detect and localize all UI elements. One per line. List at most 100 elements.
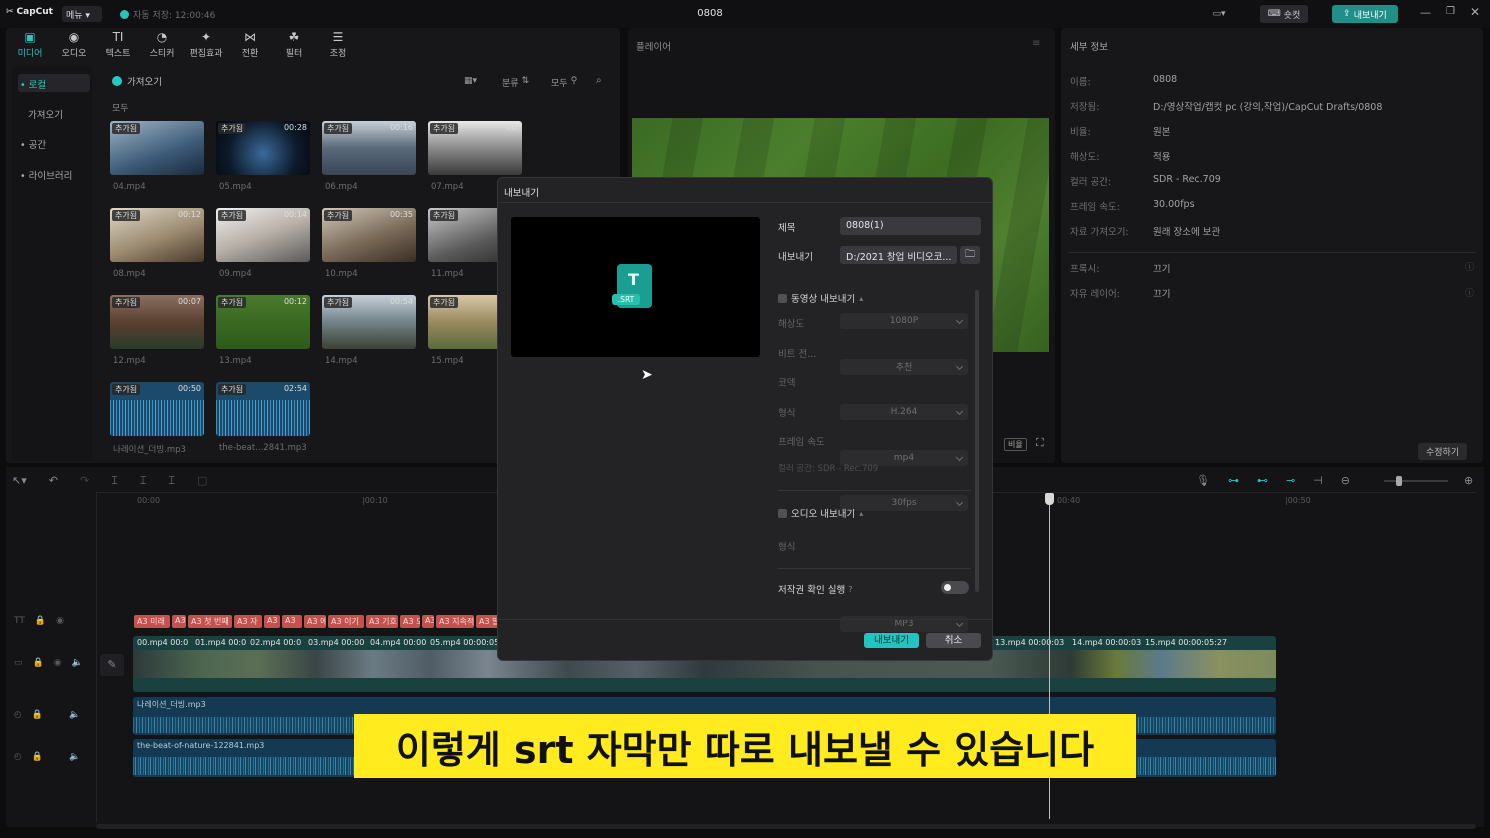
export-button[interactable]: ⇪ 내보내기 (1332, 5, 1398, 23)
tab-text[interactable]: TI 텍스트 (98, 30, 138, 62)
video-export-checkbox[interactable] (778, 293, 787, 303)
name-input[interactable]: 0808(1) (840, 217, 981, 235)
tab-sticker[interactable]: ◔ 스티커 (142, 30, 182, 62)
minimize-icon[interactable]: — (1420, 6, 1431, 19)
shortcut-button[interactable]: ⌨ 숏컷 (1260, 5, 1308, 23)
timeline-scrollbar[interactable] (96, 824, 1476, 829)
media-thumbnail[interactable]: 추가됨 02:54 (216, 382, 310, 436)
volume-icon[interactable]: 🔈 (69, 752, 80, 762)
filter-button[interactable]: 모두 ⚲ (551, 76, 577, 89)
export-confirm-button[interactable]: 내보내기 (864, 633, 919, 648)
subtitle-chip[interactable]: A3 (264, 615, 280, 628)
select-tool-icon[interactable]: ↖▾ (12, 474, 27, 488)
subtitle-chip[interactable]: A3 지속적 (436, 615, 474, 628)
media-thumbnail[interactable]: 추가됨 00:12 (110, 208, 204, 262)
ratio-button[interactable]: 비율 (1004, 438, 1027, 451)
split-left-icon[interactable]: ⌶ (140, 474, 147, 488)
media-thumbnail[interactable]: 추가됨 00:16 (322, 121, 416, 175)
layout-icon[interactable]: ▭▾ (1205, 5, 1233, 23)
restore-icon[interactable]: ❐ (1446, 6, 1455, 17)
media-thumbnail[interactable]: 추가됨 (110, 121, 204, 175)
folder-icon[interactable]: 🗀 (960, 246, 980, 264)
help-icon[interactable]: ? (848, 585, 852, 594)
sort-button[interactable]: 분류 ⇅ (502, 76, 529, 89)
view-toggle-icon[interactable]: ▦▾ (464, 76, 477, 86)
zoom-slider[interactable] (1384, 480, 1448, 482)
split-right-icon[interactable]: ⌶ (168, 474, 175, 488)
subtitle-chip[interactable]: A3 에 (304, 615, 326, 628)
text-track-icon: TT (14, 616, 25, 626)
copyright-toggle[interactable] (941, 581, 969, 594)
video-setting-select[interactable]: H.264 (840, 404, 968, 420)
media-thumbnail[interactable]: 추가됨 00: (428, 121, 522, 175)
media-thumbnail[interactable]: 추가됨 00:54 (322, 295, 416, 349)
subtitle-chip[interactable]: A3 자 (234, 615, 262, 628)
tab-filter[interactable]: ☘ 필터 (274, 30, 314, 62)
volume-icon[interactable]: 🔈 (72, 658, 83, 668)
subtitle-chip[interactable]: A3 (282, 615, 302, 628)
sidebar-item-import[interactable]: 가져오기 (28, 107, 63, 121)
cancel-button[interactable]: 취소 (926, 633, 981, 648)
media-thumbnail[interactable]: 추가됨 00:14 (216, 208, 310, 262)
media-thumbnail[interactable]: 추가됨 00:50 (110, 382, 204, 436)
subtitle-chip[interactable]: A3 미래 (134, 615, 170, 628)
import-button[interactable]: 가져오기 (112, 74, 162, 88)
cover-edit-icon[interactable]: ✎ (100, 654, 124, 676)
media-thumbnail[interactable]: 추가됨 00:28 (216, 121, 310, 175)
align-icon[interactable]: ⊣ (1313, 474, 1323, 487)
volume-icon[interactable]: 🔈 (69, 710, 80, 720)
keyboard-icon: ⌨ (1267, 9, 1281, 19)
lock-icon[interactable]: 🔒 (32, 710, 43, 720)
edit-details-button[interactable]: 수정하기 (1418, 443, 1468, 460)
magnet-icon[interactable]: ⊷ (1257, 474, 1268, 487)
media-thumbnail[interactable]: 추가됨 00:07 (110, 295, 204, 349)
video-setting-label: 코덱 (778, 378, 796, 389)
audio-export-checkbox[interactable] (778, 508, 787, 518)
text-icon: T (628, 270, 639, 289)
delete-icon[interactable]: ▢ (197, 474, 207, 488)
subtitle-chip[interactable]: A3 첫 번째 (188, 615, 232, 628)
fullscreen-icon[interactable]: ⛶ (1036, 436, 1044, 450)
tab-audio[interactable]: ◉ 오디오 (54, 30, 94, 62)
eye-icon[interactable]: ◉ (54, 658, 62, 668)
lock-icon[interactable]: 🔒 (35, 616, 46, 626)
lock-icon[interactable]: 🔒 (33, 658, 44, 668)
subtitle-chip[interactable]: A3 (422, 615, 434, 628)
video-export-toggle[interactable]: 동영상 내보내기 ▴ (778, 291, 863, 305)
sidebar-item-local[interactable]: • 로컬 (20, 77, 46, 91)
select-value: mp4 (893, 452, 915, 463)
preview-axis-icon[interactable]: ⊸ (1286, 474, 1295, 487)
audio-export-toggle[interactable]: 오디오 내보내기 ▴ (778, 506, 863, 520)
redo-icon[interactable]: ↷ (80, 474, 89, 488)
link-icon[interactable]: ⊶ (1228, 474, 1239, 487)
media-thumbnail[interactable]: 추가됨 00:35 (322, 208, 416, 262)
subtitle-chip[interactable]: A3 이기 (328, 615, 364, 628)
split-icon[interactable]: ⌶ (111, 474, 118, 488)
search-icon[interactable]: ⌕ (596, 75, 602, 86)
close-icon[interactable]: ✕ (1470, 5, 1480, 19)
dialog-scrollbar[interactable] (975, 290, 979, 592)
sidebar-item-space[interactable]: • 공간 (20, 137, 46, 151)
path-input[interactable]: D:/2021 창업 비디오코... (840, 246, 957, 264)
zoom-slider-handle[interactable] (1396, 476, 1402, 486)
video-setting-select[interactable]: 추천 (840, 358, 968, 375)
player-menu-icon[interactable]: ≡ (1032, 38, 1040, 49)
playhead-handle[interactable] (1045, 493, 1054, 505)
microphone-icon[interactable]: 🎙 (1196, 474, 1210, 487)
zoom-in-icon[interactable]: ⊕ (1464, 474, 1473, 487)
tab-transition[interactable]: ⋈ 전환 (230, 30, 270, 62)
video-setting-select[interactable]: 1080P (840, 313, 968, 329)
undo-icon[interactable]: ↶ (49, 474, 58, 488)
subtitle-chip[interactable]: A3 도 (400, 615, 420, 628)
lock-icon[interactable]: 🔒 (32, 752, 43, 762)
duration-label: 00:16 (389, 123, 413, 132)
media-thumbnail[interactable]: 추가됨 00:12 (216, 295, 310, 349)
sidebar-item-library[interactable]: • 라이브러리 (20, 168, 72, 182)
tab-effects[interactable]: ✦ 편집효과 (186, 30, 226, 62)
subtitle-chip[interactable]: A3 기호 (366, 615, 398, 628)
subtitle-chip[interactable]: A3 (172, 615, 186, 628)
zoom-out-icon[interactable]: ⊖ (1341, 474, 1350, 487)
eye-icon[interactable]: ◉ (56, 616, 64, 626)
tab-adjust[interactable]: ☰ 조정 (318, 30, 358, 62)
tab-media[interactable]: ▣ 미디어 (10, 30, 50, 62)
